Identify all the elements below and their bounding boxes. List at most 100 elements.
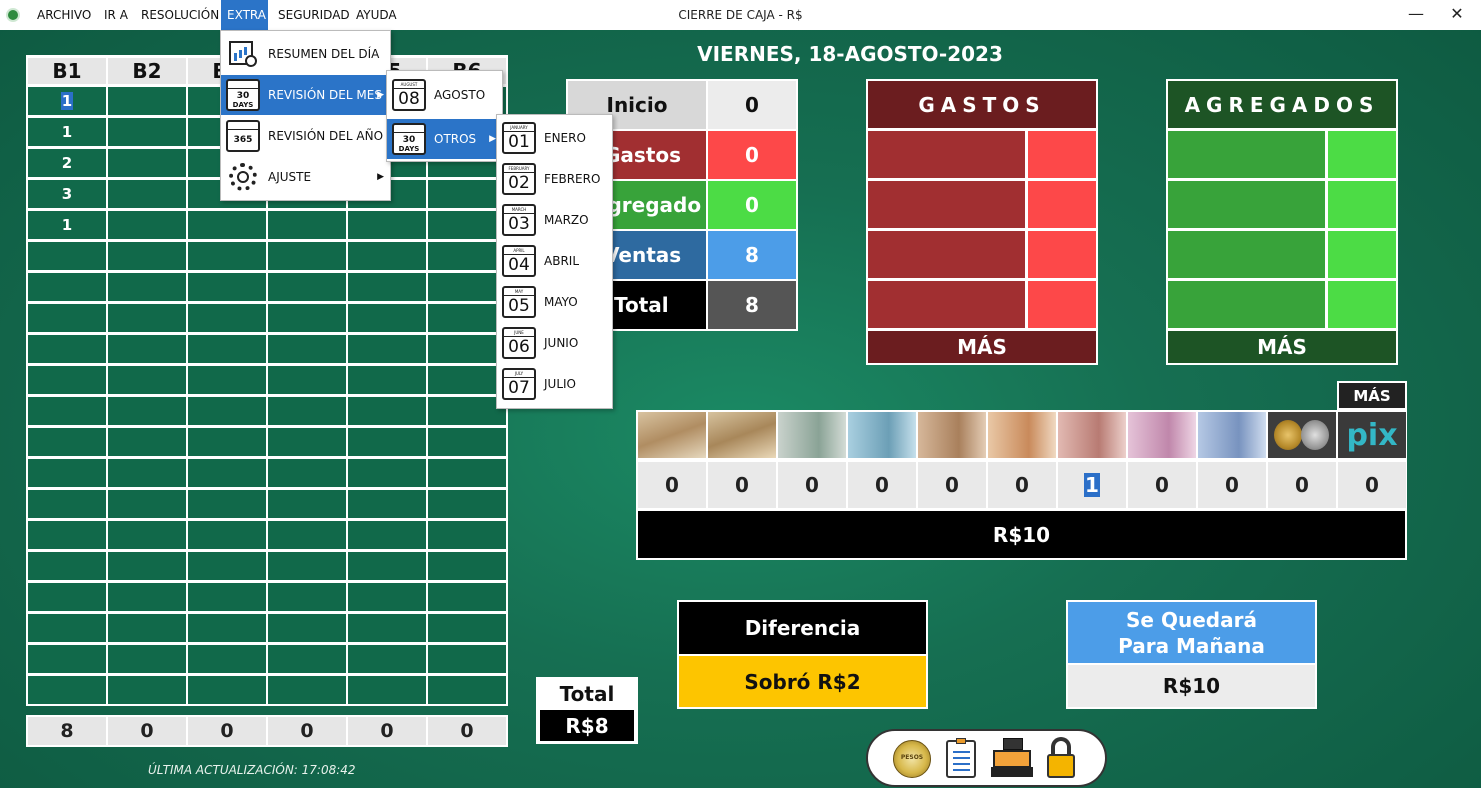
grid-cell[interactable]: [428, 335, 506, 363]
grid-cell[interactable]: [268, 397, 346, 425]
grid-cell[interactable]: [108, 87, 186, 115]
grid-cell[interactable]: [428, 211, 506, 239]
count-200[interactable]: 0: [778, 462, 846, 508]
count-coins[interactable]: 0: [1268, 462, 1336, 508]
grid-cell[interactable]: [28, 614, 106, 642]
grid-cell[interactable]: [108, 180, 186, 208]
grid-cell[interactable]: [188, 521, 266, 549]
grid-cell[interactable]: [348, 614, 426, 642]
money-more-button[interactable]: MÁS: [1339, 383, 1405, 408]
grid-cell[interactable]: [188, 273, 266, 301]
menu-resolucion[interactable]: RESOLUCIÓN: [135, 0, 225, 30]
menu-item-junio[interactable]: JUNE 06 JUNIO: [497, 323, 612, 363]
menu-item-febrero[interactable]: FEBRUARY 02 FEBRERO: [497, 159, 612, 199]
gastos-row-2-amount[interactable]: [1028, 181, 1096, 228]
grid-cell[interactable]: [428, 273, 506, 301]
grid-cell[interactable]: [28, 583, 106, 611]
agregados-row-3-desc[interactable]: [1168, 231, 1325, 278]
menu-item-revision-del-mes[interactable]: 30 DAYS REVISIÓN DEL MES ▶: [221, 75, 390, 115]
grid-cell[interactable]: [428, 366, 506, 394]
grid-cell-b1-5[interactable]: 1: [28, 211, 106, 239]
grid-cell[interactable]: [28, 335, 106, 363]
grid-cell[interactable]: [28, 304, 106, 332]
grid-cell[interactable]: [188, 614, 266, 642]
grid-cell[interactable]: [108, 521, 186, 549]
grid-cell[interactable]: [348, 366, 426, 394]
gastos-row-4-desc[interactable]: [868, 281, 1025, 328]
grid-cell[interactable]: [268, 242, 346, 270]
grid-cell[interactable]: [188, 676, 266, 704]
grid-cell[interactable]: [428, 552, 506, 580]
grid-cell[interactable]: [28, 459, 106, 487]
gastos-row-3-amount[interactable]: [1028, 231, 1096, 278]
grid-cell[interactable]: [188, 335, 266, 363]
clipboard-icon[interactable]: [946, 738, 976, 778]
count-100-stack[interactable]: 0: [708, 462, 776, 508]
grid-cell[interactable]: [268, 552, 346, 580]
pesos-coin-icon[interactable]: PESOS: [893, 740, 931, 778]
agregados-row-3-amount[interactable]: [1328, 231, 1396, 278]
grid-cell[interactable]: [268, 459, 346, 487]
grid-cell[interactable]: [108, 614, 186, 642]
grid-cell[interactable]: [28, 366, 106, 394]
grid-cell[interactable]: [348, 242, 426, 270]
close-button[interactable]: ✕: [1437, 0, 1477, 30]
menu-item-enero[interactable]: JANUARY 01 ENERO: [497, 118, 612, 158]
grid-cell[interactable]: [268, 614, 346, 642]
menu-item-agosto[interactable]: AUGUST 08 AGOSTO: [387, 75, 502, 115]
grid-cell[interactable]: [268, 676, 346, 704]
lock-icon[interactable]: [1045, 737, 1077, 779]
grid-cell[interactable]: [348, 645, 426, 673]
grid-cell[interactable]: [188, 459, 266, 487]
grid-cell[interactable]: [428, 304, 506, 332]
agregados-row-4-amount[interactable]: [1328, 281, 1396, 328]
grid-cell[interactable]: [348, 335, 426, 363]
grid-cell[interactable]: [188, 242, 266, 270]
grid-cell[interactable]: [28, 397, 106, 425]
count-pix[interactable]: 0: [1338, 462, 1406, 508]
grid-cell[interactable]: [188, 366, 266, 394]
grid-cell[interactable]: [108, 552, 186, 580]
grid-cell[interactable]: [28, 428, 106, 456]
grid-cell-b1-3[interactable]: 2: [28, 149, 106, 177]
grid-cell[interactable]: [428, 459, 506, 487]
count-5[interactable]: 0: [1128, 462, 1196, 508]
cash-register-icon[interactable]: [991, 738, 1033, 778]
grid-cell-b1-2[interactable]: 1: [28, 118, 106, 146]
grid-cell[interactable]: [428, 583, 506, 611]
grid-cell[interactable]: [188, 583, 266, 611]
agregados-row-1-amount[interactable]: [1328, 131, 1396, 178]
grid-cell[interactable]: [428, 428, 506, 456]
menu-seguridad[interactable]: SEGURIDAD: [272, 0, 356, 30]
gastos-more-button[interactable]: MÁS: [868, 331, 1096, 363]
grid-cell[interactable]: [108, 335, 186, 363]
grid-cell[interactable]: [188, 490, 266, 518]
grid-cell[interactable]: [28, 552, 106, 580]
menu-item-abril[interactable]: APRIL 04 ABRIL: [497, 241, 612, 281]
grid-cell[interactable]: [348, 397, 426, 425]
menu-item-otros[interactable]: 30 DAYS OTROS ▶: [387, 119, 502, 159]
grid-cell[interactable]: [428, 242, 506, 270]
grid-cell[interactable]: [428, 676, 506, 704]
gastos-row-1-amount[interactable]: [1028, 131, 1096, 178]
menu-item-mayo[interactable]: MAY 05 MAYO: [497, 282, 612, 322]
grid-cell[interactable]: [28, 242, 106, 270]
count-200-stack[interactable]: 0: [638, 462, 706, 508]
grid-cell[interactable]: [348, 552, 426, 580]
agregados-row-4-desc[interactable]: [1168, 281, 1325, 328]
grid-cell[interactable]: [348, 490, 426, 518]
grid-cell[interactable]: [348, 583, 426, 611]
grid-cell[interactable]: [348, 304, 426, 332]
menu-archivo[interactable]: ARCHIVO: [31, 0, 97, 30]
menu-item-julio[interactable]: JULY 07 JULIO: [497, 364, 612, 404]
grid-cell[interactable]: [28, 490, 106, 518]
grid-cell[interactable]: [108, 459, 186, 487]
grid-cell[interactable]: [108, 366, 186, 394]
grid-cell[interactable]: [28, 676, 106, 704]
gastos-row-3-desc[interactable]: [868, 231, 1025, 278]
grid-cell[interactable]: [428, 180, 506, 208]
grid-cell[interactable]: [108, 490, 186, 518]
grid-cell[interactable]: [348, 211, 426, 239]
count-20[interactable]: 0: [988, 462, 1056, 508]
grid-cell[interactable]: [268, 304, 346, 332]
